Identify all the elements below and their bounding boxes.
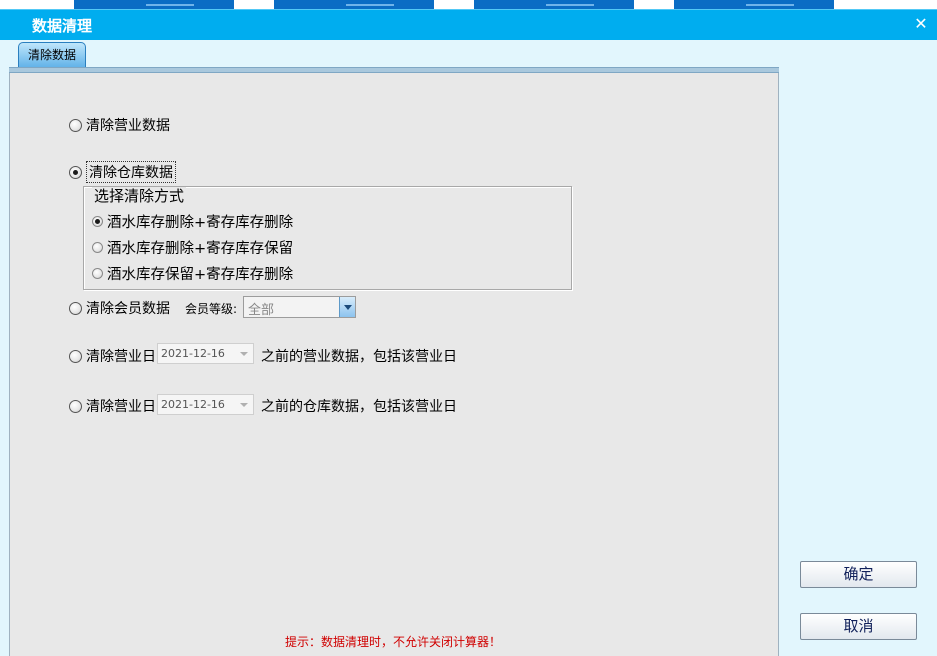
radio-button[interactable] [69, 399, 82, 413]
member-level-select[interactable]: 全部 [243, 296, 356, 318]
option-label: 清除仓库数据 [86, 161, 176, 183]
option-clear-member-data[interactable]: 清除会员数据 [69, 298, 170, 318]
clear-mode-option[interactable]: 酒水库存删除+寄存库存删除 [92, 211, 293, 232]
chevron-down-icon[interactable] [240, 403, 248, 407]
clear-mode-option[interactable]: 酒水库存删除+寄存库存保留 [92, 237, 293, 258]
radio-button[interactable] [92, 242, 103, 253]
option-clear-business-day-warehouse[interactable]: 清除营业日 [69, 396, 156, 416]
option-suffix: 之前的营业数据，包括该营业日 [261, 349, 457, 365]
option-label: 酒水库存删除+寄存库存删除 [107, 215, 294, 231]
title-bar: 数据清理 ✕ [0, 9, 937, 40]
chevron-down-icon[interactable] [240, 352, 248, 356]
groupbox-title: 选择清除方式 [92, 187, 187, 205]
radio-button[interactable] [92, 268, 103, 279]
option-label: 清除会员数据 [86, 301, 170, 317]
member-level-label: 会员等级: [185, 302, 238, 316]
radio-button[interactable] [92, 216, 103, 227]
option-suffix: 之前的仓库数据，包括该营业日 [261, 399, 457, 415]
close-icon[interactable]: ✕ [913, 16, 929, 32]
option-label: 酒水库存删除+寄存库存保留 [107, 241, 294, 257]
option-label: 酒水库存保留+寄存库存删除 [107, 267, 294, 283]
member-level-value: 全部 [248, 303, 275, 318]
radio-button[interactable] [69, 301, 82, 315]
cancel-button[interactable]: 取消 [800, 613, 917, 640]
chevron-down-icon[interactable] [339, 297, 355, 317]
radio-button[interactable] [69, 118, 82, 132]
option-label: 清除营业日 [86, 349, 156, 365]
date-picker-business[interactable]: 2021-12-16 [157, 343, 254, 364]
option-clear-business-data[interactable]: 清除营业数据 [69, 115, 170, 135]
date-picker-warehouse[interactable]: 2021-12-16 [157, 394, 254, 415]
date-value: 2021-12-16 [161, 398, 225, 411]
radio-button[interactable] [69, 349, 82, 363]
clear-mode-option[interactable]: 酒水库存保留+寄存库存删除 [92, 263, 293, 284]
option-label: 清除营业日 [86, 399, 156, 415]
option-clear-warehouse-data[interactable]: 清除仓库数据 [69, 161, 176, 183]
option-clear-business-day-business[interactable]: 清除营业日 [69, 346, 156, 366]
date-value: 2021-12-16 [161, 347, 225, 360]
radio-button[interactable] [69, 165, 82, 179]
window-title: 数据清理 [32, 17, 93, 35]
option-label: 清除营业数据 [86, 118, 170, 134]
hint-text: 提示：数据清理时，不允许关闭计算器！ [285, 635, 502, 649]
confirm-button[interactable]: 确定 [800, 561, 917, 588]
tab-clear-data[interactable]: 清除数据 [18, 42, 86, 68]
